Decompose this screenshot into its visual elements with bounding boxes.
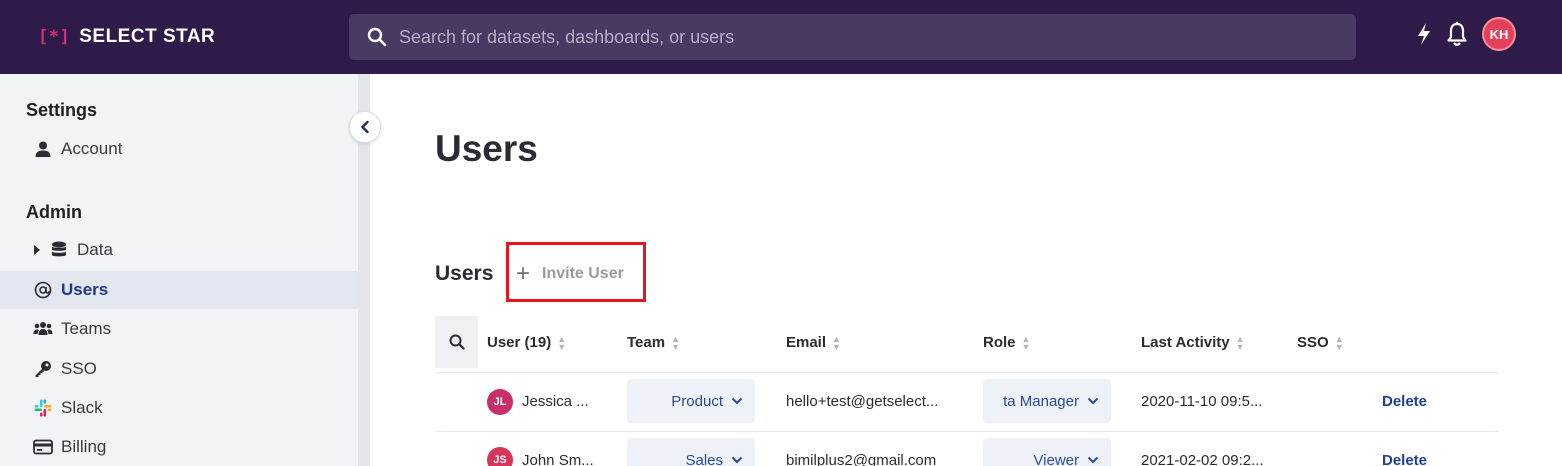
database-icon: [49, 240, 69, 260]
caret-right-icon[interactable]: [33, 244, 41, 256]
delete-user-button[interactable]: Delete: [1382, 393, 1427, 410]
column-header-sso[interactable]: SSO ▲ ▼: [1297, 334, 1344, 351]
table-search-button[interactable]: [435, 316, 478, 368]
app-window: [*] SELECT STAR KH Settings: [0, 0, 1562, 466]
sort-icon[interactable]: ▲ ▼: [1022, 334, 1031, 351]
search-icon: [367, 27, 387, 47]
global-search-bar[interactable]: [349, 14, 1356, 60]
sidebar-item-data[interactable]: Data: [0, 231, 358, 269]
header-actions: KH: [1416, 17, 1516, 51]
sidebar-item-label: Teams: [61, 319, 112, 338]
team-select[interactable]: Product: [627, 379, 755, 423]
table-header-divider: [435, 372, 1498, 373]
column-header-label: User (19): [487, 334, 552, 351]
sidebar-item-slack[interactable]: Slack: [0, 389, 358, 427]
sidebar-item-teams[interactable]: Teams: [0, 310, 358, 348]
role-select-value: ta Manager: [1003, 392, 1079, 410]
column-header-label: SSO: [1297, 334, 1329, 351]
admin-heading: Admin: [26, 202, 82, 222]
team-select-value: Sales: [685, 451, 723, 466]
invite-user-button[interactable]: + Invite User: [516, 260, 624, 287]
table-cell-email: bimilplus2@gmail.com: [786, 452, 937, 466]
user-row-avatar: JL: [487, 389, 513, 415]
team-select-value: Product: [671, 392, 723, 410]
column-header-label: Role: [983, 334, 1016, 351]
user-row-avatar: JS: [487, 447, 513, 466]
sort-icon[interactable]: ▲ ▼: [832, 334, 841, 351]
slack-icon: [33, 398, 53, 418]
role-select[interactable]: Viewer: [983, 438, 1111, 466]
chevron-down-icon: [1087, 397, 1099, 405]
delete-user-button[interactable]: Delete: [1382, 452, 1427, 466]
search-icon: [449, 334, 465, 350]
column-header-role[interactable]: Role ▲ ▼: [983, 334, 1030, 351]
settings-heading: Settings: [26, 100, 98, 120]
chevron-down-icon: [731, 456, 743, 464]
sidebar-item-label: Account: [61, 139, 123, 158]
column-header-label: Last Activity: [1141, 334, 1230, 351]
sidebar-item-label: Slack: [61, 398, 103, 417]
column-header-label: Email: [786, 334, 827, 351]
users-section-title: Users: [435, 262, 494, 285]
team-icon: [33, 319, 53, 339]
sidebar-item-label: Data: [77, 240, 113, 259]
table-row-divider: [435, 431, 1498, 432]
top-navigation-bar: [*] SELECT STAR KH: [0, 0, 1562, 74]
sidebar-item-label: Billing: [61, 437, 107, 456]
bell-icon[interactable]: [1446, 21, 1468, 47]
sidebar-item-label: Users: [61, 280, 109, 299]
table-cell-email: hello+test@getselect...: [786, 393, 939, 410]
sort-icon[interactable]: ▲ ▼: [1236, 334, 1245, 351]
sidebar-item-account[interactable]: Account: [0, 130, 358, 168]
sort-icon[interactable]: ▲ ▼: [1335, 334, 1344, 351]
table-cell-user[interactable]: Jessica ...: [522, 393, 618, 410]
user-icon: [33, 139, 53, 159]
plus-icon: +: [516, 260, 531, 287]
sort-icon[interactable]: ▲ ▼: [557, 334, 566, 351]
logo-mark: [*]: [38, 27, 71, 47]
select-star-logo[interactable]: [*] SELECT STAR: [38, 24, 215, 50]
column-header-label: Team: [627, 334, 666, 351]
team-select[interactable]: Sales: [627, 438, 755, 466]
sidebar-item-sso[interactable]: SSO: [0, 350, 358, 388]
sidebar-item-billing[interactable]: Billing: [0, 428, 358, 466]
table-cell-last-activity: 2021-02-02 09:2...: [1141, 452, 1264, 466]
invite-user-label: Invite User: [542, 265, 624, 282]
sort-icon[interactable]: ▲ ▼: [671, 334, 680, 351]
column-header-email[interactable]: Email ▲ ▼: [786, 334, 841, 351]
chevron-left-icon: [361, 120, 369, 134]
search-input[interactable]: [399, 22, 1299, 52]
role-select[interactable]: ta Manager: [983, 379, 1111, 423]
key-icon: [33, 359, 53, 379]
lightning-icon[interactable]: [1416, 22, 1432, 46]
table-cell-user[interactable]: John Sm...: [522, 452, 618, 466]
logo-text: SELECT STAR: [79, 26, 216, 47]
sidebar-item-users[interactable]: Users: [0, 271, 358, 309]
chevron-down-icon: [1087, 456, 1099, 464]
card-icon: [33, 437, 53, 457]
column-header-team[interactable]: Team ▲ ▼: [627, 334, 680, 351]
chevron-down-icon: [731, 397, 743, 405]
sidebar-item-label: SSO: [61, 359, 97, 378]
column-header-user[interactable]: User (19) ▲ ▼: [487, 334, 566, 351]
collapse-sidebar-button[interactable]: [349, 111, 381, 143]
table-cell-last-activity: 2020-11-10 09:5...: [1141, 393, 1263, 410]
user-avatar[interactable]: KH: [1482, 17, 1516, 51]
at-icon: [33, 280, 53, 300]
column-header-last-activity[interactable]: Last Activity ▲ ▼: [1141, 334, 1245, 351]
role-select-value: Viewer: [1033, 451, 1079, 466]
page-title: Users: [435, 128, 538, 169]
